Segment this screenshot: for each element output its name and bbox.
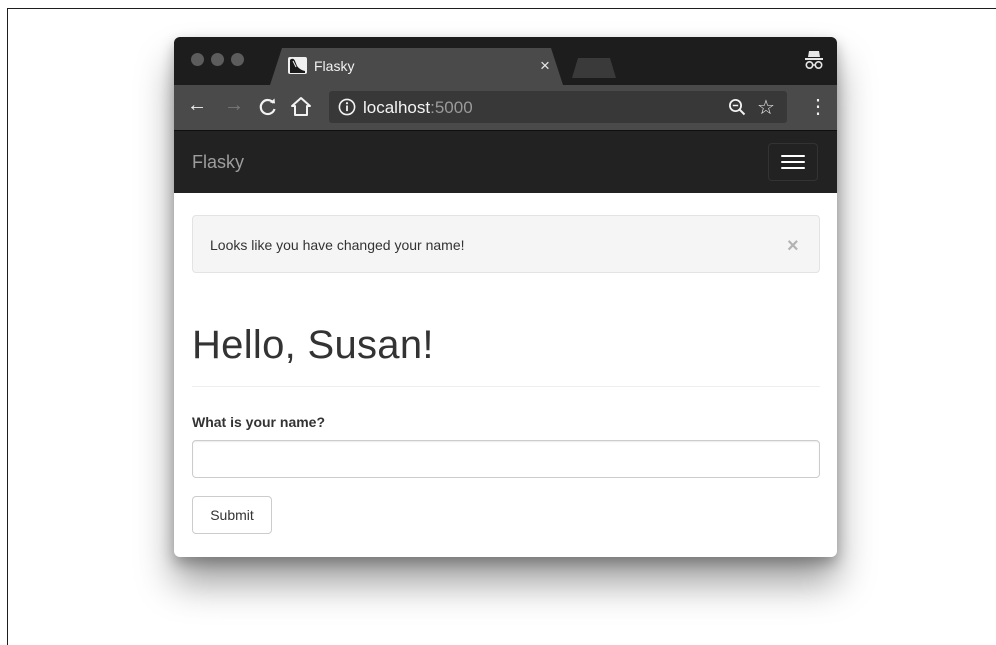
browser-toolbar: ← → localhost:5000 ☆ ⋮: [174, 85, 837, 130]
site-info-icon[interactable]: [338, 98, 356, 121]
flask-favicon-icon: [288, 57, 307, 74]
tab-flasky[interactable]: Flasky ×: [270, 48, 563, 85]
window-close-dot[interactable]: [191, 53, 204, 66]
url-host: localhost: [363, 98, 431, 117]
hamburger-bar: [781, 161, 805, 163]
hamburger-bar: [781, 155, 805, 157]
browser-menu-icon[interactable]: ⋮: [808, 94, 828, 119]
hamburger-menu-icon[interactable]: [768, 143, 818, 181]
tab-close-icon[interactable]: ×: [540, 56, 550, 76]
back-arrow-icon[interactable]: ←: [187, 94, 207, 117]
site-navbar: Flasky: [174, 130, 837, 193]
browser-window: Flasky × ← → localhost:5000 ☆ ⋮ Flasky L…: [174, 37, 837, 557]
header-divider: [192, 386, 820, 387]
page-title: Hello, Susan!: [192, 323, 434, 367]
navbar-brand[interactable]: Flasky: [192, 152, 244, 173]
forward-arrow-icon[interactable]: →: [224, 94, 244, 117]
address-bar[interactable]: localhost:5000 ☆: [329, 91, 787, 123]
page-frame-left: [7, 8, 8, 645]
alert-message: Looks like you have changed your name!: [210, 237, 465, 253]
new-tab-button[interactable]: [572, 58, 616, 78]
name-input[interactable]: [192, 440, 820, 478]
flash-alert: Looks like you have changed your name! ×: [192, 215, 820, 273]
window-zoom-dot[interactable]: [231, 53, 244, 66]
hamburger-bar: [781, 167, 805, 169]
home-icon[interactable]: [290, 96, 312, 122]
name-field-label: What is your name?: [192, 414, 326, 430]
alert-close-icon[interactable]: ×: [787, 235, 799, 258]
incognito-icon: [804, 48, 824, 77]
reload-icon[interactable]: [258, 97, 278, 122]
bookmark-star-icon[interactable]: ☆: [757, 95, 775, 120]
url-port: :5000: [430, 98, 473, 117]
window-minimize-dot[interactable]: [211, 53, 224, 66]
tab-title: Flasky: [314, 58, 355, 74]
page-frame-top: [7, 8, 996, 9]
submit-button[interactable]: Submit: [192, 496, 272, 534]
url-text: localhost:5000: [363, 98, 473, 118]
tab-strip: Flasky ×: [174, 37, 837, 85]
zoom-out-icon[interactable]: [728, 98, 746, 121]
